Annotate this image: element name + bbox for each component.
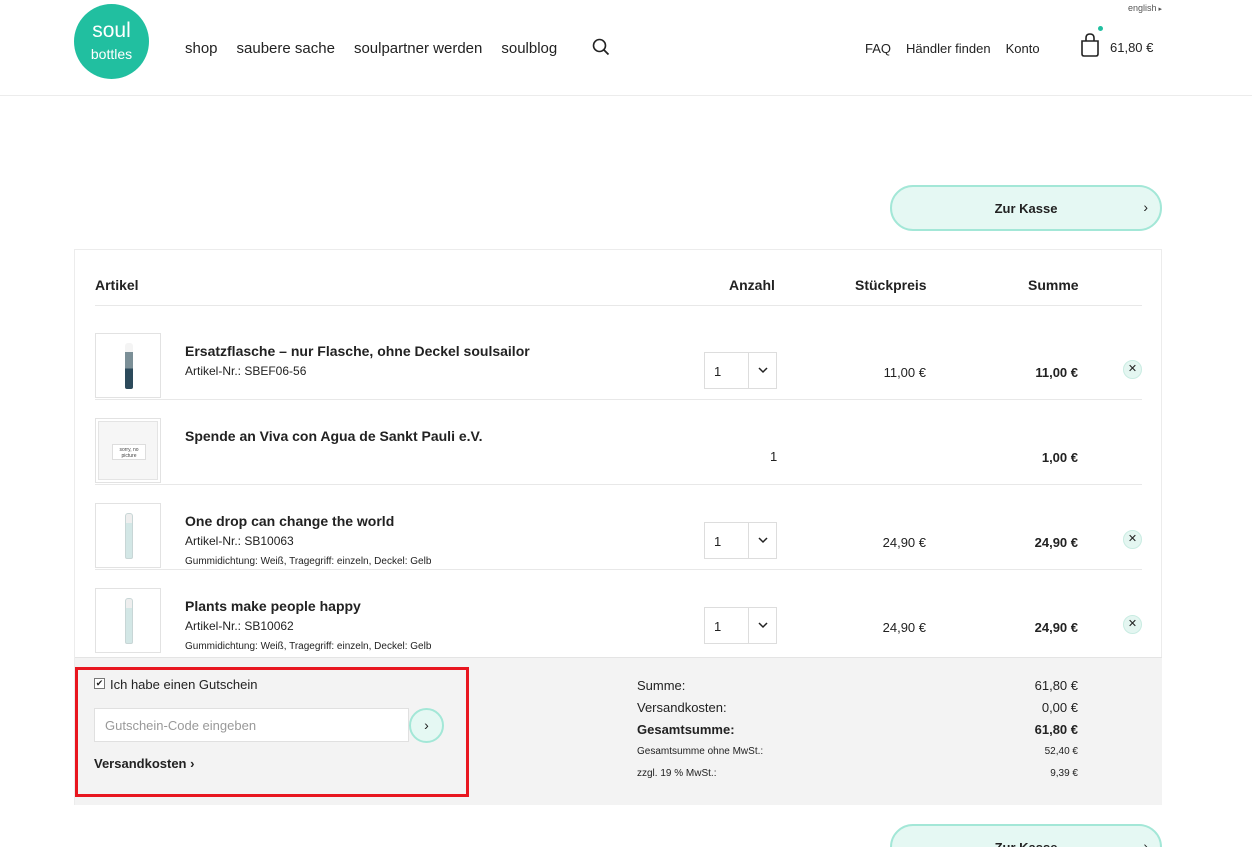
bottle-image [125, 513, 133, 559]
table-row: sorry, no picture Spende an Viva con Agu… [95, 400, 1142, 485]
triangle-right-icon: ▸ [1158, 6, 1162, 13]
quantity-value: 1 [714, 364, 722, 379]
unit-price: 24,90 € [882, 620, 926, 635]
chevron-right-icon: › [1143, 838, 1148, 847]
bottle-image [125, 343, 133, 389]
header-qty: Anzahl [729, 277, 775, 293]
product-name[interactable]: Ersatzflasche – nur Flasche, ohne Deckel… [185, 343, 530, 359]
chevron-right-icon: › [190, 756, 195, 771]
quantity-select[interactable]: 1 [704, 522, 777, 559]
divider [748, 608, 749, 643]
logo-line2: bottles [90, 46, 133, 62]
product-number: Artikel-Nr.: SBEF06-56 [185, 364, 307, 378]
total-sum-label: Summe: [637, 678, 686, 693]
checkout-button-top[interactable]: Zur Kasse › [890, 185, 1162, 231]
no-picture-label: sorry, no picture [112, 444, 146, 460]
coupon-submit-button[interactable]: › [409, 708, 444, 743]
row-sum: 11,00 € [1035, 365, 1078, 380]
unit-price: 11,00 € [883, 365, 926, 380]
table-header: Artikel Anzahl Stückpreis Summe [95, 250, 1142, 306]
product-number: Artikel-Nr.: SB10062 [185, 619, 294, 633]
chevron-right-icon: › [1143, 199, 1148, 215]
product-image: sorry, no picture [95, 418, 161, 483]
vat-value: 9,39 € [1050, 768, 1078, 779]
chevron-down-icon [758, 622, 768, 629]
nav-shop[interactable]: shop [185, 40, 218, 57]
product-number: Artikel-Nr.: SB10063 [185, 534, 294, 548]
quantity-select[interactable]: 1 [704, 352, 777, 389]
checkout-label: Zur Kasse [994, 201, 1058, 216]
unit-price: 24,90 € [882, 535, 926, 550]
close-icon: ✕ [1127, 618, 1138, 630]
shopping-bag-icon[interactable] [1080, 33, 1100, 57]
coupon-checkbox[interactable]: ✔ [94, 678, 105, 689]
table-row: Ersatzflasche – nur Flasche, ohne Deckel… [95, 315, 1142, 400]
product-name: Spende an Viva con Agua de Sankt Pauli e… [185, 428, 483, 444]
header-sum: Summe [1028, 277, 1079, 293]
table-row: Plants make people happy Artikel-Nr.: SB… [95, 570, 1142, 655]
language-switch[interactable]: english ▸ [1128, 3, 1162, 13]
chevron-right-icon: › [424, 717, 429, 733]
quantity-value: 1 [714, 619, 722, 634]
product-image[interactable] [95, 588, 161, 653]
chevron-down-icon [758, 537, 768, 544]
language-label[interactable]: english [1128, 3, 1157, 13]
header-unit-price: Stückpreis [855, 277, 927, 293]
close-icon: ✕ [1127, 363, 1138, 375]
product-variant: Gummidichtung: Weiß, Tragegriff: einzeln… [185, 556, 432, 567]
close-icon: ✕ [1127, 533, 1138, 545]
divider [748, 353, 749, 388]
logo-line1: soul [92, 19, 131, 42]
product-name[interactable]: Plants make people happy [185, 598, 361, 614]
site-header: english ▸ soul bottles shop saubere sache… [0, 0, 1252, 96]
row-sum: 24,90 € [1034, 535, 1078, 550]
total-sum-value: 61,80 € [1034, 678, 1078, 693]
remove-item-button[interactable]: ✕ [1123, 360, 1142, 379]
logo[interactable]: soul bottles [74, 4, 149, 79]
quantity-select[interactable]: 1 [704, 607, 777, 644]
product-image[interactable] [95, 333, 161, 398]
chevron-down-icon [758, 367, 768, 374]
shipping-label: Versandkosten: [637, 700, 727, 715]
product-image[interactable] [95, 503, 161, 568]
product-name[interactable]: One drop can change the world [185, 513, 394, 529]
cart-total[interactable]: 61,80 € [1110, 40, 1153, 55]
nav-faq[interactable]: FAQ [865, 41, 891, 56]
remove-item-button[interactable]: ✕ [1123, 615, 1142, 634]
search-icon[interactable] [592, 38, 610, 56]
remove-item-button[interactable]: ✕ [1123, 530, 1142, 549]
table-row: One drop can change the world Artikel-Nr… [95, 485, 1142, 570]
vat-label: zzgl. 19 % MwSt.: [637, 768, 717, 779]
checkout-label: Zur Kasse [892, 840, 1160, 847]
net-total-value: 52,40 € [1044, 746, 1078, 757]
shipping-costs-link[interactable]: Versandkosten › [94, 756, 194, 771]
nav-haendler[interactable]: Händler finden [906, 41, 991, 56]
shipping-value: 0,00 € [1041, 700, 1078, 715]
main-nav: shop saubere sache soulpartner werden so… [185, 40, 557, 57]
nav-saubere-sache[interactable]: saubere sache [237, 40, 335, 57]
bottle-image [125, 598, 133, 644]
cart-indicator-dot [1098, 26, 1103, 31]
divider [748, 523, 749, 558]
grand-total-label: Gesamtsumme: [637, 722, 735, 737]
row-sum: 24,90 € [1034, 620, 1078, 635]
no-picture-placeholder: sorry, no picture [98, 421, 158, 480]
row-sum: 1,00 € [1041, 450, 1078, 465]
net-total-label: Gesamtsumme ohne MwSt.: [637, 746, 764, 757]
coupon-code-input[interactable] [94, 708, 409, 742]
nav-soulblog[interactable]: soulblog [501, 40, 557, 57]
grand-total-value: 61,80 € [1034, 722, 1078, 737]
nav-soulpartner[interactable]: soulpartner werden [354, 40, 482, 57]
product-variant: Gummidichtung: Weiß, Tragegriff: einzeln… [185, 641, 432, 652]
header-article: Artikel [95, 277, 139, 293]
nav-konto[interactable]: Konto [1006, 41, 1040, 56]
coupon-checkbox-label[interactable]: Ich habe einen Gutschein [110, 677, 257, 692]
quantity-value: 1 [714, 534, 722, 549]
utility-nav: FAQ Händler finden Konto [865, 41, 1040, 56]
quantity-value: 1 [770, 449, 778, 464]
shipping-costs-label: Versandkosten [94, 756, 187, 771]
checkout-button-bottom[interactable]: Zur Kasse › [890, 824, 1162, 847]
